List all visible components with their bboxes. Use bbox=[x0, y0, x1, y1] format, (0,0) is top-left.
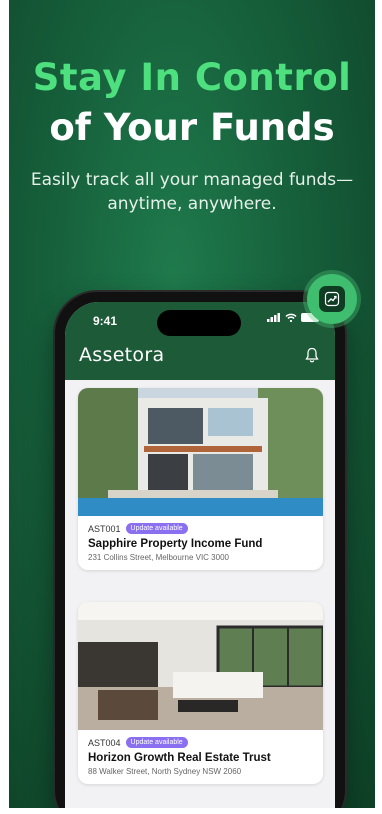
app-header: 9:41 Assetora bbox=[65, 302, 335, 380]
trend-chart-icon bbox=[324, 291, 340, 307]
phone-screen: 9:41 Assetora AST001 Update available Sa… bbox=[65, 302, 335, 808]
fund-card-body: AST004 Update available Horizon Growth R… bbox=[78, 730, 323, 784]
fund-address: 88 Walker Street, North Sydney NSW 2060 bbox=[88, 767, 242, 776]
app-brand: Assetora bbox=[79, 344, 165, 366]
fund-code-row: AST001 Update available bbox=[88, 523, 313, 534]
property-image bbox=[78, 602, 323, 730]
fund-card-body: AST001 Update available Sapphire Propert… bbox=[78, 516, 323, 570]
fund-code: AST004 bbox=[88, 737, 121, 748]
fund-name: Sapphire Property Income Fund bbox=[88, 538, 263, 550]
update-badge: Update available bbox=[125, 737, 188, 748]
status-time: 9:41 bbox=[93, 314, 118, 328]
promo-subtitle-line1: Easily track all your managed funds— bbox=[30, 170, 354, 190]
fund-card[interactable]: AST004 Update available Horizon Growth R… bbox=[78, 602, 323, 784]
promo-title-line2: of Your Funds bbox=[49, 106, 335, 149]
bell-icon[interactable] bbox=[305, 347, 319, 363]
fund-address: 231 Collins Street, Melbourne VIC 3000 bbox=[88, 553, 229, 562]
update-badge: Update available bbox=[125, 523, 188, 534]
property-image bbox=[78, 388, 323, 516]
status-icons bbox=[267, 313, 319, 322]
promo-screenshot: Stay In Control of Your Funds Easily tra… bbox=[9, 0, 375, 808]
fund-card[interactable]: AST001 Update available Sapphire Propert… bbox=[78, 388, 323, 570]
trend-fab-button[interactable] bbox=[307, 274, 357, 324]
fund-code: AST001 bbox=[88, 523, 121, 534]
fund-code-row: AST004 Update available bbox=[88, 737, 313, 748]
promo-subtitle-line2: anytime, anywhere. bbox=[107, 194, 277, 214]
wifi-icon bbox=[285, 313, 297, 322]
promo-subtitle: Easily track all your managed funds— any… bbox=[29, 168, 355, 216]
fab-inner bbox=[319, 286, 345, 312]
phone-mockup: 9:41 Assetora AST001 Update available Sa… bbox=[55, 292, 345, 808]
dynamic-island bbox=[157, 310, 241, 336]
promo-title-line1: Stay In Control bbox=[32, 56, 352, 99]
signal-icon bbox=[267, 313, 280, 322]
fund-name: Horizon Growth Real Estate Trust bbox=[88, 752, 271, 764]
